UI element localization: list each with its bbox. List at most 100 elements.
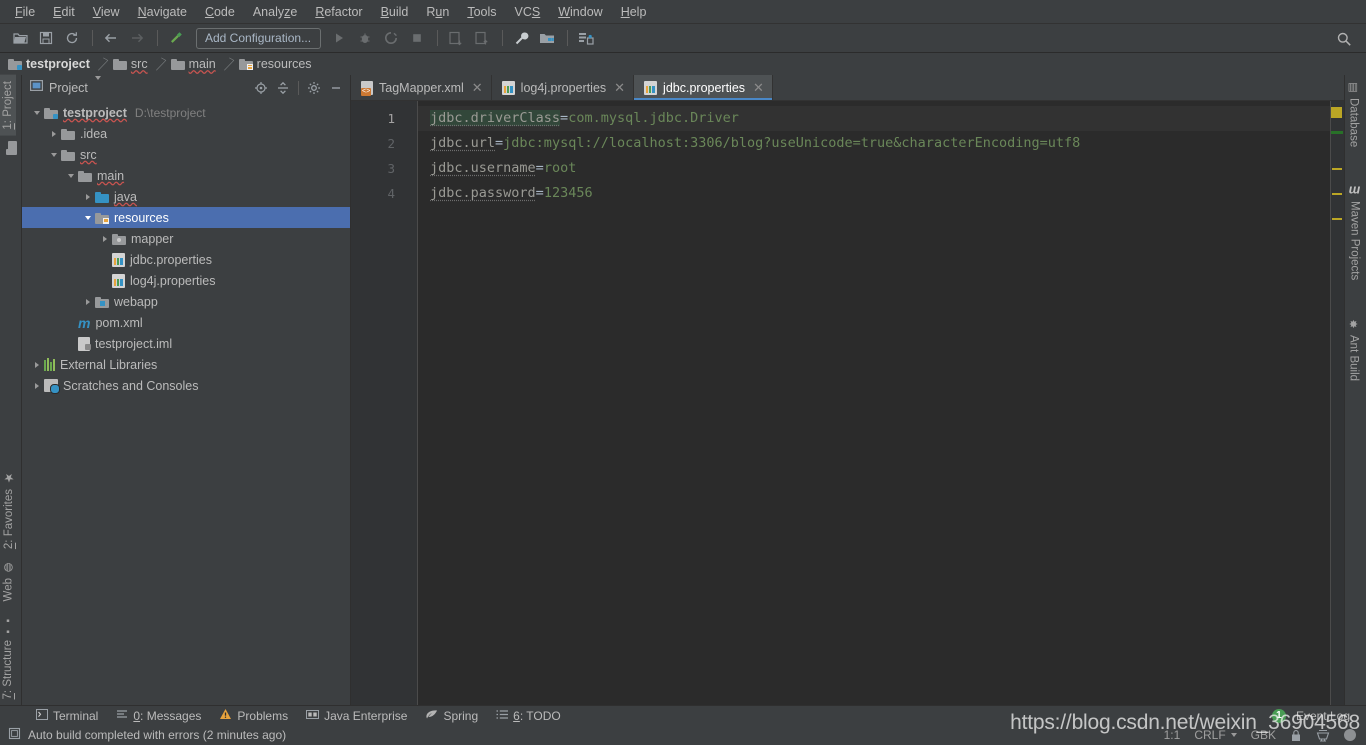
project-structure-icon[interactable] bbox=[535, 27, 559, 49]
tree-node[interactable]: Scratches and Consoles bbox=[22, 375, 351, 396]
warning-stripe-marker[interactable] bbox=[1332, 218, 1342, 220]
menu-item-help[interactable]: Help bbox=[612, 1, 656, 23]
menu-item-tools[interactable]: Tools bbox=[458, 1, 505, 23]
open-project-icon[interactable] bbox=[8, 27, 32, 49]
tree-node[interactable]: External Libraries bbox=[22, 354, 351, 375]
minimize-icon[interactable] bbox=[325, 78, 347, 98]
chevron-down-icon[interactable] bbox=[94, 75, 101, 98]
sidebar-item-structure[interactable]: 7: Structure ▪▪ bbox=[0, 608, 16, 705]
sidebar-item-folder[interactable] bbox=[0, 136, 22, 160]
bottom-item-terminal[interactable]: Terminal bbox=[28, 708, 106, 724]
tree-twisty-down-icon[interactable] bbox=[64, 173, 78, 178]
tree-node[interactable]: src bbox=[22, 144, 351, 165]
editor-tab-TagMapper-xml[interactable]: TagMapper.xml ✕ bbox=[351, 75, 492, 100]
tree-node[interactable]: testproject D:\testproject bbox=[22, 102, 351, 123]
read-only-icon[interactable] bbox=[1290, 729, 1302, 742]
close-icon[interactable]: ✕ bbox=[472, 80, 483, 96]
bottom-item-java-enterprise[interactable]: Java Enterprise bbox=[298, 708, 415, 724]
sidebar-item-ant[interactable]: ✸ Ant Build bbox=[1345, 312, 1362, 387]
menu-item-refactor[interactable]: Refactor bbox=[306, 1, 371, 23]
code-editor[interactable]: 1234 jdbc.driverClass=com.mysql.jdbc.Dri… bbox=[351, 101, 1344, 705]
settings-wrench-icon[interactable] bbox=[509, 27, 533, 49]
bottom-item-todo[interactable]: 6: TODO bbox=[488, 708, 569, 724]
tree-twisty-right-icon[interactable] bbox=[47, 130, 61, 137]
inspection-level-icon[interactable] bbox=[1316, 729, 1330, 742]
tree-node[interactable]: jdbc.properties bbox=[22, 249, 351, 270]
code-line[interactable]: jdbc.url=jdbc:mysql://localhost:3306/blo… bbox=[418, 131, 1344, 156]
menu-item-file[interactable]: File bbox=[6, 1, 44, 23]
warning-count-marker[interactable] bbox=[1331, 107, 1342, 118]
code-line[interactable]: jdbc.driverClass=com.mysql.jdbc.Driver bbox=[418, 106, 1344, 131]
sync-icon[interactable] bbox=[60, 27, 84, 49]
tree-node[interactable]: testproject.iml bbox=[22, 333, 351, 354]
tree-twisty-right-icon[interactable] bbox=[30, 382, 44, 389]
menu-item-view[interactable]: View bbox=[84, 1, 129, 23]
run-icon[interactable] bbox=[327, 27, 351, 49]
tree-node[interactable]: mapper bbox=[22, 228, 351, 249]
menu-item-run[interactable]: Run bbox=[417, 1, 458, 23]
gear-icon[interactable] bbox=[303, 78, 325, 98]
line-separator-selector[interactable]: CRLF bbox=[1194, 728, 1237, 742]
navigate-back-icon[interactable] bbox=[99, 27, 123, 49]
editor-tab-jdbc-properties[interactable]: jdbc.properties ✕ bbox=[634, 75, 773, 100]
bottom-item-messages[interactable]: 0: Messages bbox=[108, 708, 209, 724]
status-message-area[interactable]: Auto build completed with errors (2 minu… bbox=[8, 727, 286, 743]
close-icon[interactable]: ✕ bbox=[753, 80, 764, 96]
tree-twisty-down-icon[interactable] bbox=[30, 110, 44, 115]
update-project-icon[interactable] bbox=[444, 27, 468, 49]
code-folding-strip[interactable] bbox=[409, 101, 418, 705]
collapse-all-icon[interactable] bbox=[272, 78, 294, 98]
project-file-tree[interactable]: testproject D:\testproject .idea src main jav… bbox=[22, 100, 351, 705]
search-everywhere-button[interactable] bbox=[1330, 24, 1358, 53]
warning-stripe-marker[interactable] bbox=[1332, 193, 1342, 195]
menu-item-code[interactable]: Code bbox=[196, 1, 244, 23]
menu-item-analyze[interactable]: Analyze bbox=[244, 1, 306, 23]
sidebar-item-maven[interactable]: m Maven Projects bbox=[1345, 179, 1364, 286]
menu-item-build[interactable]: Build bbox=[372, 1, 418, 23]
bottom-item-spring[interactable]: Spring bbox=[417, 708, 486, 724]
tree-node[interactable]: m pom.xml bbox=[22, 312, 351, 333]
stop-icon[interactable] bbox=[405, 27, 429, 49]
tree-node[interactable]: webapp bbox=[22, 291, 351, 312]
tree-node[interactable]: main bbox=[22, 165, 351, 186]
tree-twisty-right-icon[interactable] bbox=[81, 298, 95, 305]
event-log-button[interactable]: 1 Event Log bbox=[1264, 708, 1358, 724]
debug-icon[interactable] bbox=[353, 27, 377, 49]
code-line[interactable]: jdbc.password=123456 bbox=[418, 181, 1344, 206]
locate-target-icon[interactable] bbox=[250, 78, 272, 98]
code-line[interactable]: jdbc.username=root bbox=[418, 156, 1344, 181]
close-icon[interactable]: ✕ bbox=[614, 80, 625, 96]
breadcrumb-item-main[interactable]: main bbox=[170, 53, 216, 75]
menu-item-navigate[interactable]: Navigate bbox=[129, 1, 196, 23]
editor-marker-scrollbar[interactable] bbox=[1330, 101, 1344, 705]
tree-node[interactable]: java bbox=[22, 186, 351, 207]
navigate-forward-icon[interactable] bbox=[125, 27, 149, 49]
menu-item-edit[interactable]: Edit bbox=[44, 1, 84, 23]
breadcrumb-item-testproject[interactable]: testproject bbox=[8, 53, 90, 75]
editor-tab-log4j-properties[interactable]: log4j.properties ✕ bbox=[492, 75, 635, 100]
build-hammer-icon[interactable] bbox=[164, 27, 188, 49]
sidebar-item-web[interactable]: Web ◍ bbox=[0, 555, 17, 607]
tree-twisty-right-icon[interactable] bbox=[30, 361, 44, 368]
sidebar-item-project[interactable]: 1: Project bbox=[0, 75, 16, 136]
breadcrumb-item-src[interactable]: src bbox=[112, 53, 148, 75]
tree-twisty-down-icon[interactable] bbox=[81, 215, 95, 220]
tree-twisty-down-icon[interactable] bbox=[47, 152, 61, 157]
warning-stripe-marker[interactable] bbox=[1332, 168, 1342, 170]
tree-twisty-right-icon[interactable] bbox=[98, 235, 112, 242]
background-tasks-icon[interactable] bbox=[1344, 729, 1356, 741]
encoding-selector[interactable]: GBK bbox=[1251, 728, 1276, 742]
tree-twisty-right-icon[interactable] bbox=[81, 193, 95, 200]
tree-node[interactable]: .idea bbox=[22, 123, 351, 144]
caret-position[interactable]: 1:1 bbox=[1164, 728, 1181, 742]
run-configuration-selector[interactable]: Add Configuration... bbox=[196, 27, 321, 49]
commit-icon[interactable] bbox=[470, 27, 494, 49]
menu-item-window[interactable]: Window bbox=[549, 1, 611, 23]
menu-item-vcs[interactable]: VCS bbox=[506, 1, 550, 23]
code-content[interactable]: jdbc.driverClass=com.mysql.jdbc.Driver jd… bbox=[418, 101, 1344, 705]
breadcrumb-item-resources[interactable]: resources bbox=[238, 53, 312, 75]
sidebar-item-database[interactable]: ▤ Database bbox=[1345, 75, 1362, 153]
tree-node-selected[interactable]: resources bbox=[22, 207, 351, 228]
save-all-icon[interactable] bbox=[34, 27, 58, 49]
run-with-coverage-icon[interactable] bbox=[379, 27, 403, 49]
